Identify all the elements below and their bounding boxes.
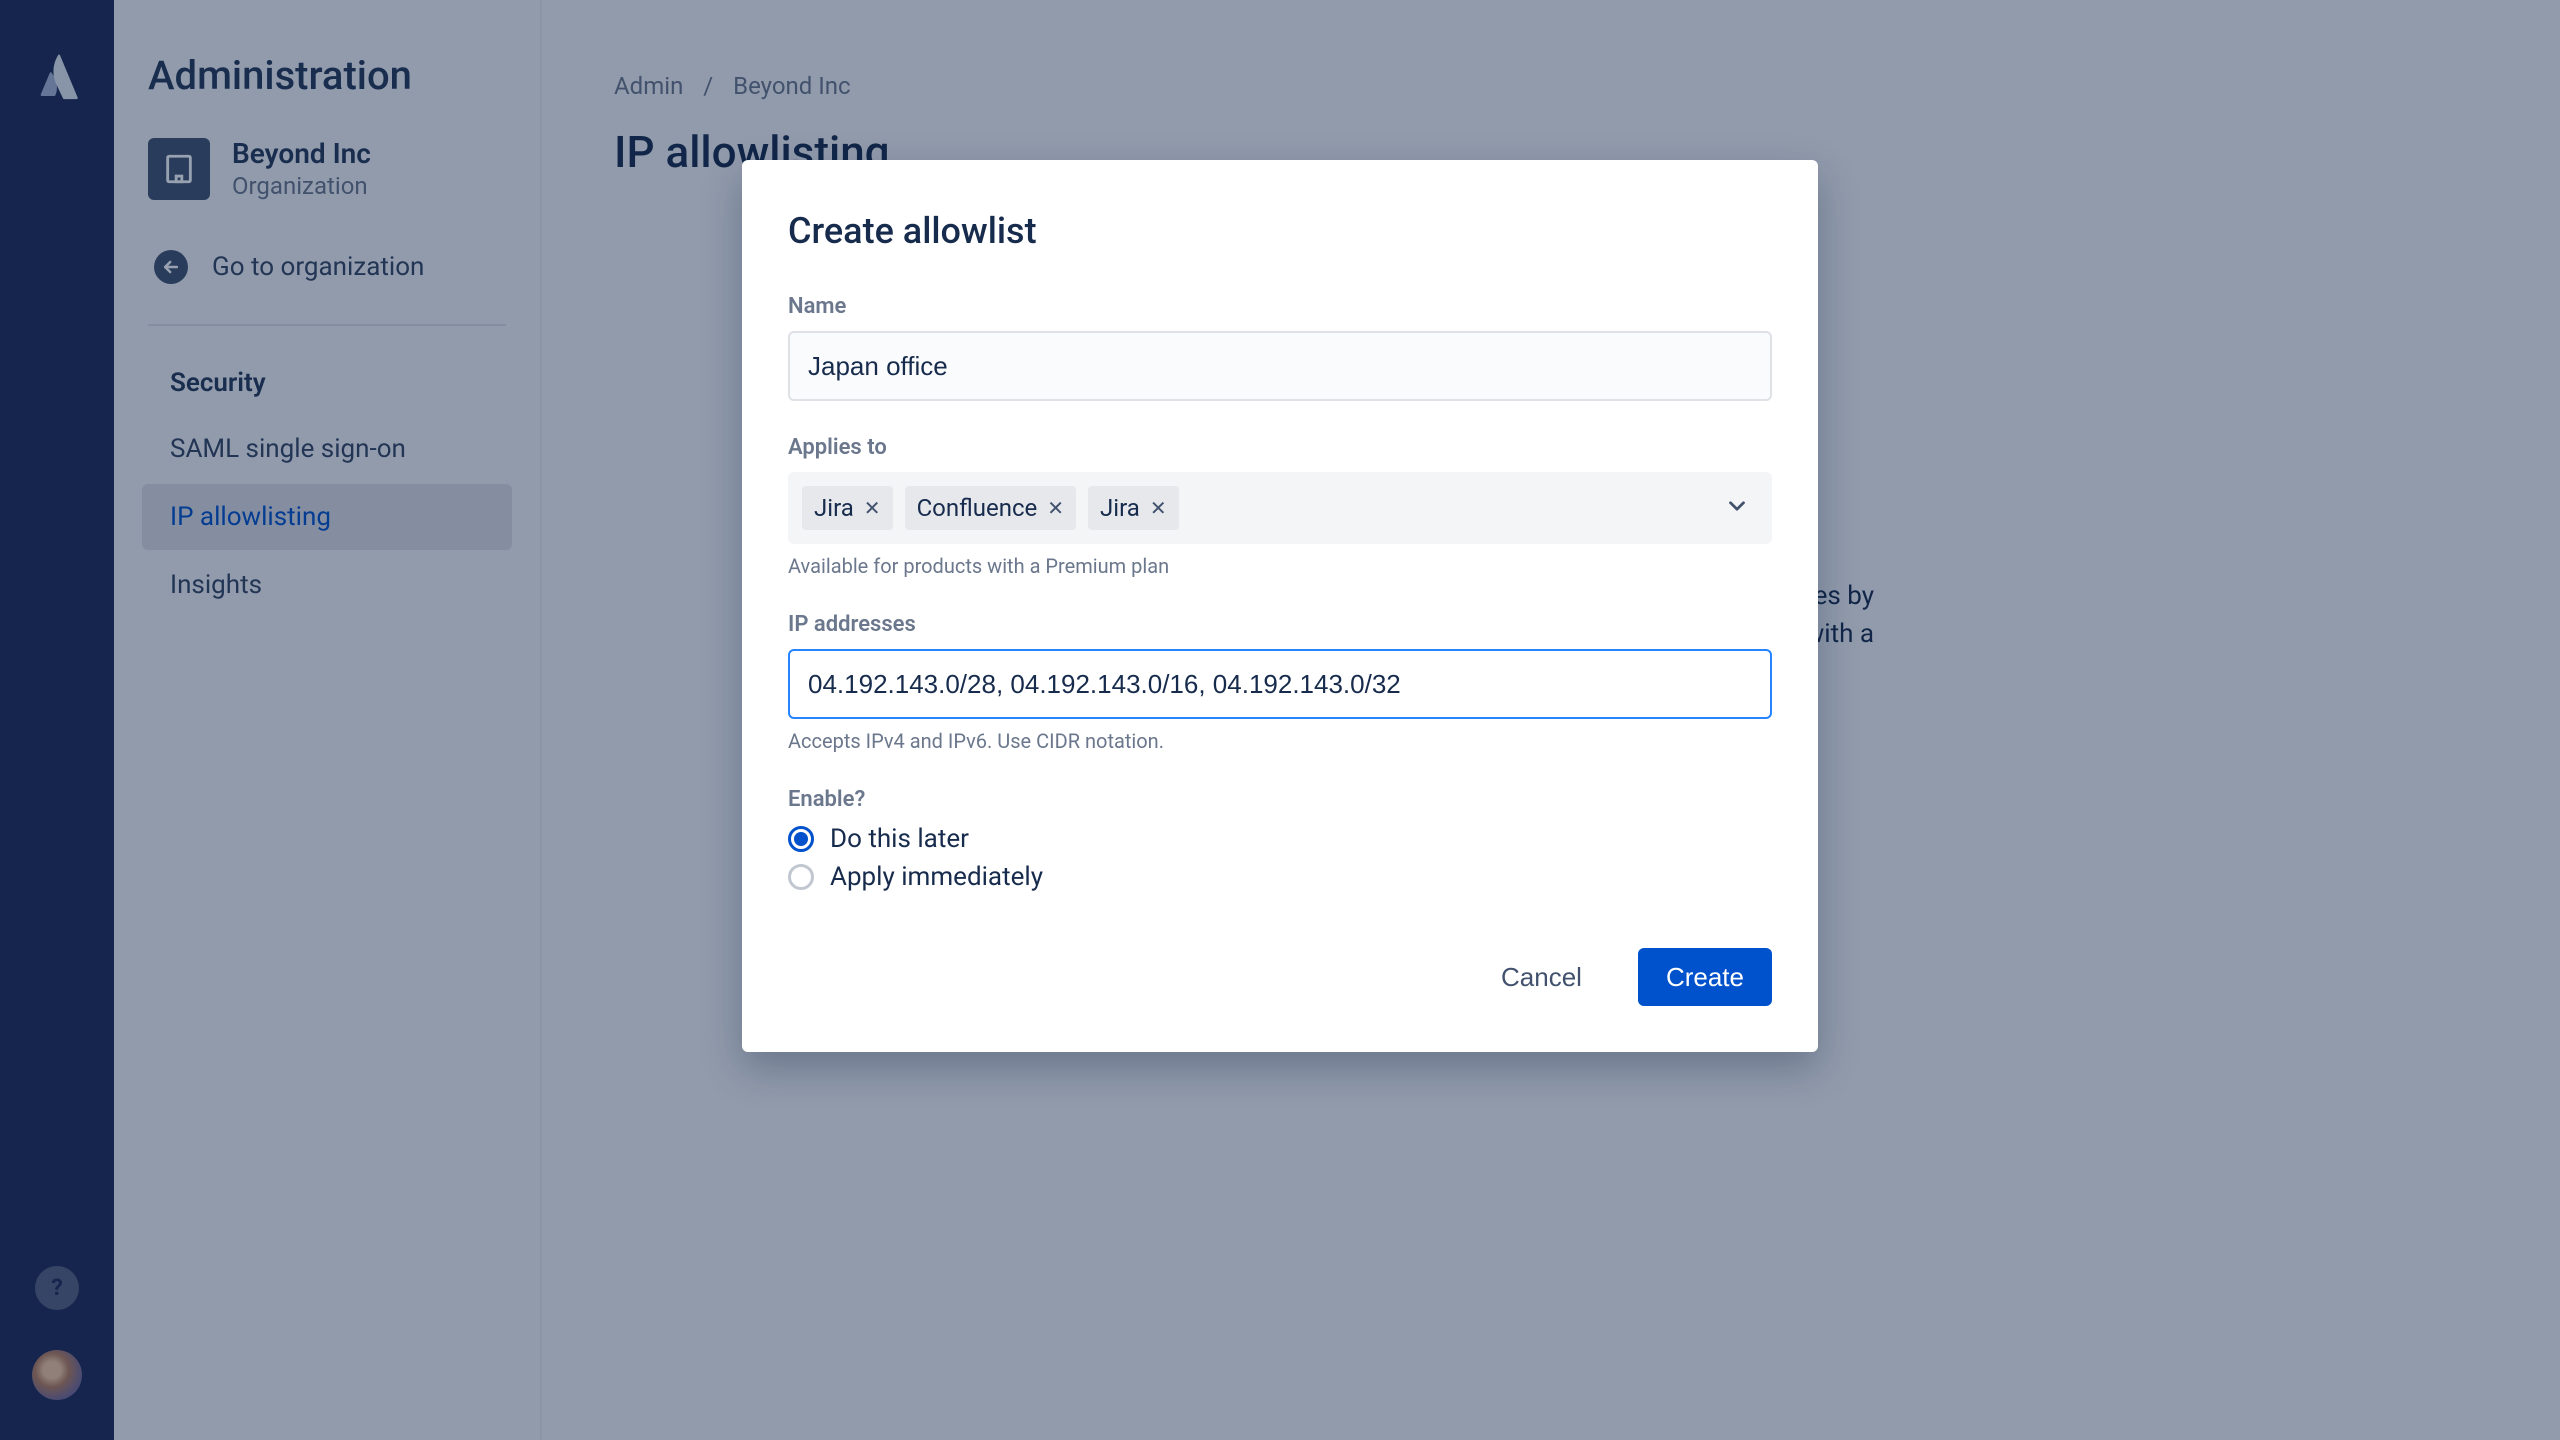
cancel-button[interactable]: Cancel <box>1473 948 1610 1006</box>
tag-jira-2: Jira ✕ <box>1088 486 1179 530</box>
applies-to-select[interactable]: Jira ✕ Confluence ✕ Jira ✕ <box>788 472 1772 544</box>
ip-addresses-input[interactable] <box>788 649 1772 719</box>
remove-tag-icon[interactable]: ✕ <box>864 496 881 520</box>
enable-label: Enable? <box>788 787 1772 812</box>
radio-icon <box>788 826 814 852</box>
modal-title: Create allowlist <box>788 210 1772 252</box>
ip-label: IP addresses <box>788 612 1772 637</box>
radio-do-this-later[interactable]: Do this later <box>788 824 1772 854</box>
create-button[interactable]: Create <box>1638 948 1772 1006</box>
radio-icon <box>788 864 814 890</box>
ip-hint: Accepts IPv4 and IPv6. Use CIDR notation… <box>788 729 1772 753</box>
applies-to-hint: Available for products with a Premium pl… <box>788 554 1772 578</box>
create-allowlist-modal: Create allowlist Name Applies to Jira ✕ … <box>742 160 1818 1052</box>
name-input[interactable] <box>788 331 1772 401</box>
tag-confluence: Confluence ✕ <box>905 486 1076 530</box>
remove-tag-icon[interactable]: ✕ <box>1047 496 1064 520</box>
remove-tag-icon[interactable]: ✕ <box>1150 496 1167 520</box>
name-label: Name <box>788 294 1772 319</box>
chevron-down-icon[interactable] <box>1724 493 1750 523</box>
radio-apply-immediately[interactable]: Apply immediately <box>788 862 1772 892</box>
tag-jira-1: Jira ✕ <box>802 486 893 530</box>
modal-overlay[interactable]: Create allowlist Name Applies to Jira ✕ … <box>0 0 2560 1440</box>
applies-to-label: Applies to <box>788 435 1772 460</box>
